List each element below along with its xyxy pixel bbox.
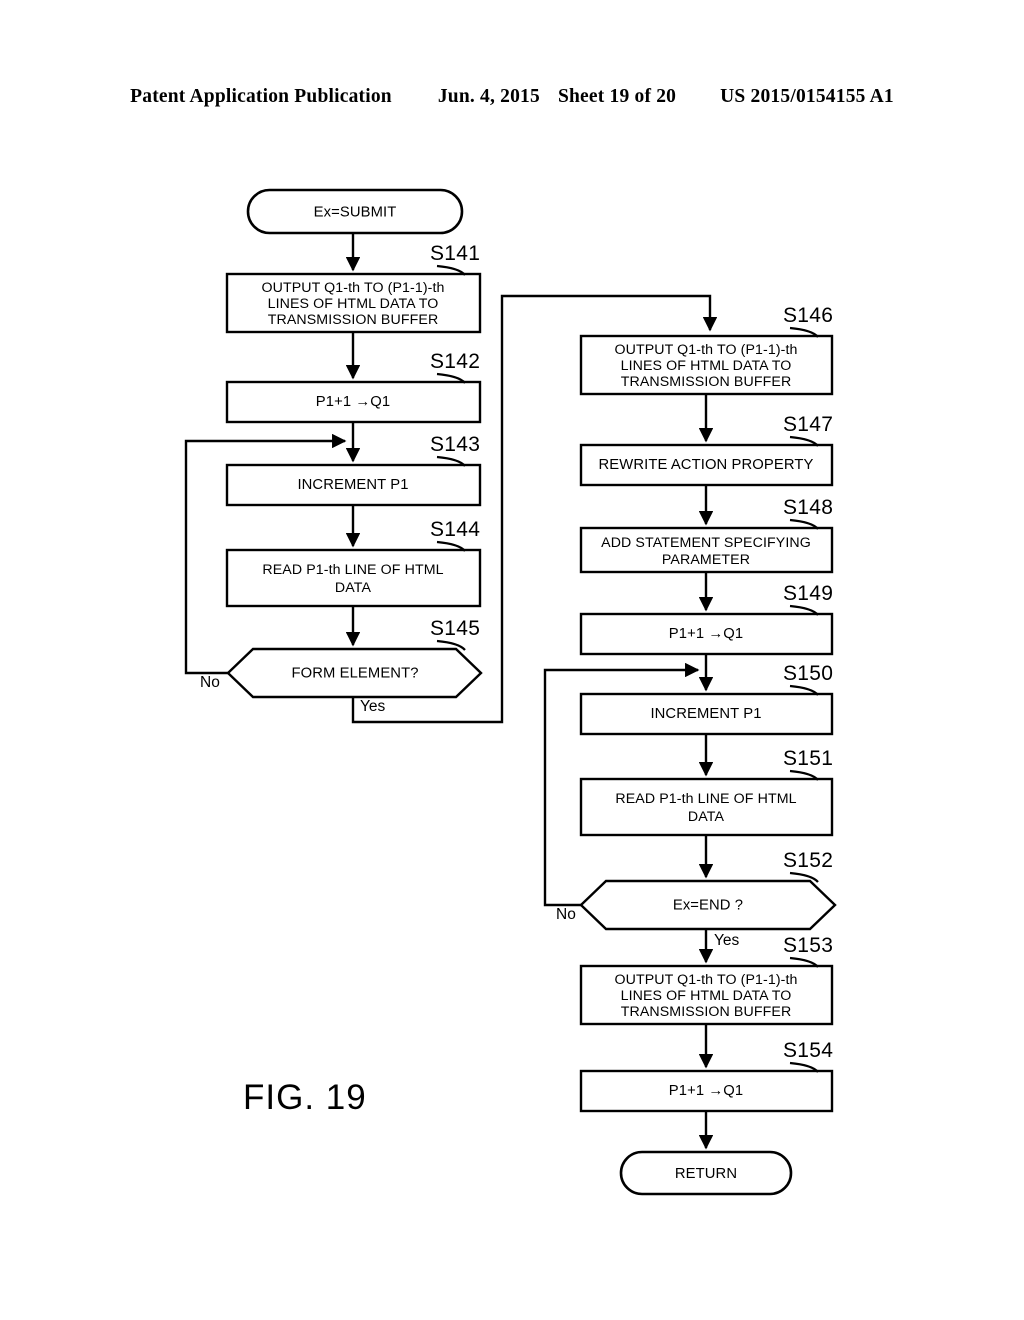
branch-label-s145-no: No [200,674,220,691]
node-s141-line-2: LINES OF HTML DATA TO [268,296,439,312]
node-s154-line-1: P1+1 →Q1 [669,1083,743,1099]
node-s149: P1+1 →Q1 [579,612,834,656]
step-label-s149: S149 [783,582,833,605]
node-s145: FORM ELEMENT? [226,647,483,699]
node-s146: OUTPUT Q1-th TO (P1-1)-th LINES OF HTML … [579,334,834,396]
step-label-s151: S151 [783,747,833,770]
branch-label-s152-yes: Yes [714,932,740,949]
node-s151: READ P1-th LINE OF HTML DATA [579,777,834,837]
node-s146-line-2: LINES OF HTML DATA TO [621,358,792,374]
step-label-s148: S148 [783,496,833,519]
node-s150-line-1: INCREMENT P1 [650,706,761,722]
node-s142-line-1: P1+1 →Q1 [316,394,390,410]
node-s149-line-1: P1+1 →Q1 [669,626,743,642]
node-s148-line-1: ADD STATEMENT SPECIFYING [601,535,811,551]
node-s143: INCREMENT P1 [225,463,482,507]
node-s150: INCREMENT P1 [579,692,834,736]
patent-page: Patent Application Publication Jun. 4, 2… [0,0,1024,1320]
return-terminal: RETURN [619,1150,793,1196]
node-s144: READ P1-th LINE OF HTML DATA [225,548,482,608]
node-s154: P1+1 →Q1 [579,1069,834,1113]
node-s143-line-1: INCREMENT P1 [297,477,408,493]
node-s148: ADD STATEMENT SPECIFYING PARAMETER [579,526,834,574]
step-label-s141: S141 [430,242,480,265]
node-s153-line-1: OUTPUT Q1-th TO (P1-1)-th [614,972,797,988]
step-label-s143: S143 [430,433,480,456]
node-s148-line-2: PARAMETER [662,552,750,568]
node-s153-line-3: TRANSMISSION BUFFER [621,1004,792,1020]
node-s141-line-1: OUTPUT Q1-th TO (P1-1)-th [261,280,444,296]
step-label-s145: S145 [430,617,480,640]
start-terminal-label: Ex=SUBMIT [314,204,397,220]
branch-label-s152-no: No [556,906,576,923]
flowchart-diagram: Ex=SUBMIT OUTPUT Q1-th TO (P1-1)-th LINE… [184,188,837,1196]
node-s145-line-1: FORM ELEMENT? [291,665,418,681]
node-s147-line-1: REWRITE ACTION PROPERTY [599,457,814,473]
node-s153-line-2: LINES OF HTML DATA TO [621,988,792,1004]
node-s152-line-1: Ex=END ? [673,897,743,913]
node-s146-line-1: OUTPUT Q1-th TO (P1-1)-th [614,342,797,358]
node-s147: REWRITE ACTION PROPERTY [579,443,834,487]
node-s151-line-2: DATA [688,809,725,825]
step-label-s154: S154 [783,1039,833,1062]
step-label-s153: S153 [783,934,833,957]
start-terminal: Ex=SUBMIT [246,188,464,235]
step-label-s150: S150 [783,662,833,685]
step-label-s147: S147 [783,413,833,436]
step-label-s142: S142 [430,350,480,373]
node-s141-line-3: TRANSMISSION BUFFER [268,312,439,328]
node-s141: OUTPUT Q1-th TO (P1-1)-th LINES OF HTML … [225,272,482,334]
node-s153: OUTPUT Q1-th TO (P1-1)-th LINES OF HTML … [579,964,834,1026]
node-s144-line-1: READ P1-th LINE OF HTML [262,562,443,578]
step-label-s152: S152 [783,849,833,872]
node-s144-line-2: DATA [335,580,372,596]
node-s142: P1+1 →Q1 [225,380,482,424]
node-s152: Ex=END ? [579,879,837,931]
node-s151-line-1: READ P1-th LINE OF HTML [615,791,796,807]
node-s146-line-3: TRANSMISSION BUFFER [621,374,792,390]
step-label-s144: S144 [430,518,480,541]
return-terminal-label: RETURN [675,1166,737,1182]
branch-label-s145-yes: Yes [360,698,386,715]
step-label-s146: S146 [783,304,833,327]
